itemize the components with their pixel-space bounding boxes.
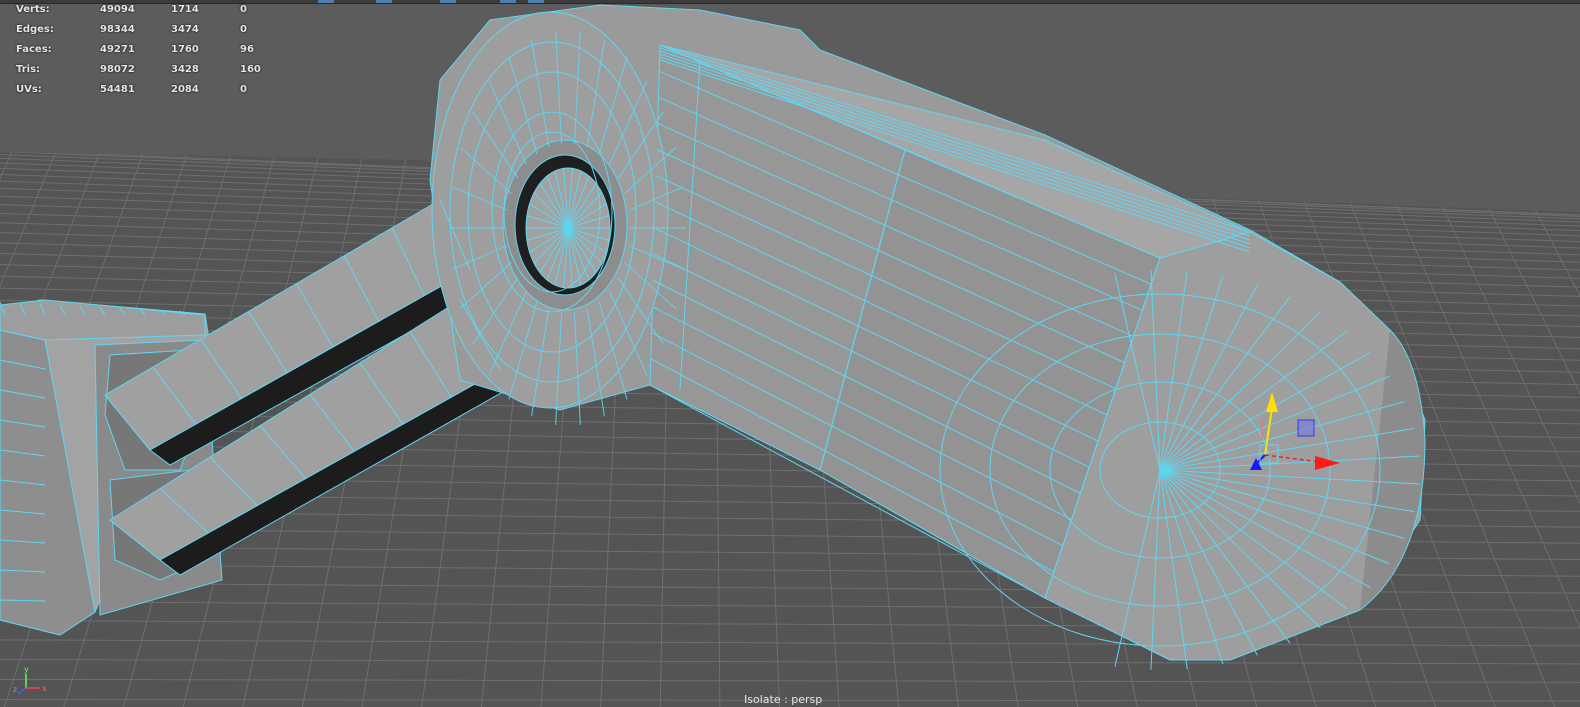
hud-label: Edges: [16, 24, 54, 35]
shelf-tab[interactable] [376, 0, 392, 3]
toolbar-strip [0, 0, 1580, 4]
hud-value: 96 [240, 44, 254, 55]
hud-value: 3474 [171, 24, 199, 35]
hud-value: 1760 [171, 44, 199, 55]
shelf-tab[interactable] [440, 0, 456, 3]
viewport-panel[interactable]: Verts: 49094 1714 0 Edges: 98344 3474 0 … [0, 0, 1580, 707]
hud-label: Verts: [16, 4, 50, 15]
hud-value: 2084 [171, 84, 199, 95]
hud-label: Faces: [16, 44, 52, 55]
axis-y-label: y [24, 665, 29, 674]
hud-value: 1714 [171, 4, 199, 15]
hud-label: Tris: [16, 64, 41, 75]
hud-value: 0 [240, 4, 247, 15]
hud-value: 54481 [100, 84, 135, 95]
hud-value: 98344 [100, 24, 135, 35]
axis-orientation-icon: y z x [13, 665, 47, 695]
scene-canvas[interactable] [0, 0, 1580, 707]
hud-value: 0 [240, 24, 247, 35]
axis-x-label: x [42, 684, 47, 693]
axis-z-label: z [13, 685, 17, 694]
shelf-tab[interactable] [318, 0, 334, 3]
hud-value: 3428 [171, 64, 199, 75]
hud-label: UVs: [16, 84, 42, 95]
hud-value: 98072 [100, 64, 135, 75]
hud-value: 160 [240, 64, 261, 75]
camera-label: Isolate : persp [744, 693, 823, 706]
hud-value: 49094 [100, 4, 135, 15]
hud-value: 49271 [100, 44, 135, 55]
shelf-tab[interactable] [528, 0, 544, 3]
hud-value: 0 [240, 84, 247, 95]
shelf-tab[interactable] [500, 0, 516, 3]
